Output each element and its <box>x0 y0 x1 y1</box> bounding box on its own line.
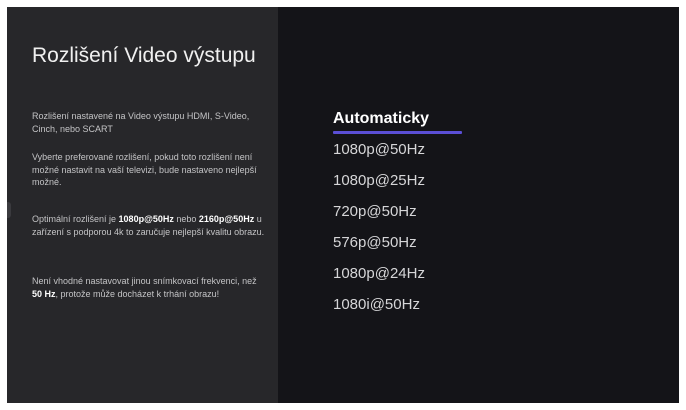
description-preferred-resolution: Vyberte preferované rozlišení, pokud tot… <box>32 152 257 187</box>
option-label: 576p@50Hz <box>333 234 417 251</box>
option-1080p-25hz[interactable]: 1080p@25Hz <box>333 169 533 200</box>
option-576p-50hz[interactable]: 576p@50Hz <box>333 231 533 262</box>
option-label: 1080p@50Hz <box>333 141 425 158</box>
page-title: Rozlišení Video výstupu <box>32 44 256 67</box>
warning-text-1: Není vhodné nastavovat jinou snímkovací … <box>32 276 257 286</box>
option-720p-50hz[interactable]: 720p@50Hz <box>333 200 533 231</box>
optimal-text-1: Optimální rozlišení je <box>32 214 119 224</box>
option-1080p-50hz[interactable]: 1080p@50Hz <box>333 138 533 169</box>
option-label: 1080p@25Hz <box>333 172 425 189</box>
option-label: 720p@50Hz <box>333 203 417 220</box>
description-frame-rate-warning: Není vhodné nastavovat jinou snímkovací … <box>32 275 267 300</box>
warning-text-2: , protože může docházet k trhání obrazu! <box>55 288 220 299</box>
tv-settings-screen: Rozlišení Video výstupu Rozlišení nastav… <box>7 7 679 403</box>
option-1080i-50hz[interactable]: 1080i@50Hz <box>333 293 533 324</box>
description-video-output: Rozlišení nastavené na Video výstupu HDM… <box>32 111 250 134</box>
optimal-res-1080p: 1080p@50Hz <box>118 214 174 224</box>
info-panel: Rozlišení Video výstupu Rozlišení nastav… <box>7 7 278 403</box>
option-1080p-24hz[interactable]: 1080p@24Hz <box>333 262 533 293</box>
optimal-res-2160p: 2160p@50Hz <box>198 214 255 224</box>
back-edge-indicator <box>7 202 11 218</box>
selection-underline <box>333 131 462 134</box>
warning-frequency: 50 Hz <box>32 288 56 299</box>
option-label: 1080p@24Hz <box>333 265 425 282</box>
option-label: Automaticky <box>333 110 430 127</box>
resolution-option-list: Automaticky 1080p@50Hz 1080p@25Hz 720p@5… <box>333 107 533 324</box>
option-automaticky[interactable]: Automaticky <box>333 107 533 138</box>
optimal-text-2: nebo <box>173 214 199 224</box>
option-label: 1080i@50Hz <box>333 296 420 313</box>
description-optimal-resolution: Optimální rozlišení je 1080p@50Hz nebo 2… <box>32 213 267 238</box>
